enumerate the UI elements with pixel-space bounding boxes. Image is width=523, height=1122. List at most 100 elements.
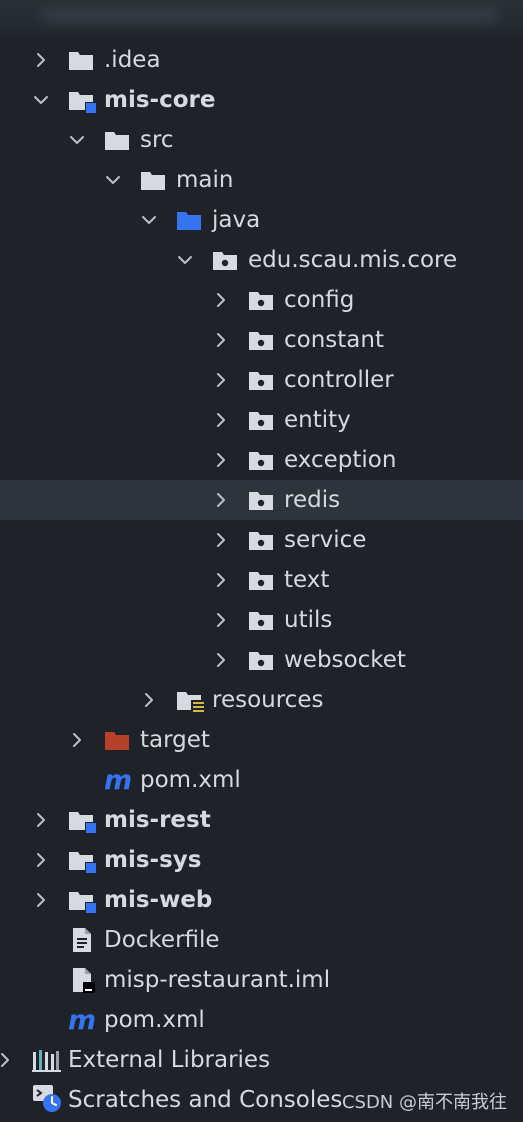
tree-row-src[interactable]: src <box>0 120 523 160</box>
tree-row-label: mis-sys <box>104 847 202 873</box>
tree-row-label: misp-restaurant.iml <box>104 967 331 993</box>
tree-row-label: redis <box>284 487 341 513</box>
package-icon <box>248 369 278 393</box>
tree-row-constant[interactable]: constant <box>0 320 523 360</box>
svg-text:m: m <box>68 1005 96 1033</box>
tree-row-label: config <box>284 287 355 313</box>
chevron-down-icon[interactable] <box>140 211 158 229</box>
tree-row-websocket[interactable]: websocket <box>0 640 523 680</box>
tree-row-label: mis-rest <box>104 807 211 833</box>
watermark: CSDN @南不南我往 <box>341 1092 507 1113</box>
tree-row-label: mis-web <box>104 887 213 913</box>
package-icon <box>248 609 278 633</box>
package-icon <box>248 449 278 473</box>
tree-row-entity[interactable]: entity <box>0 400 523 440</box>
package-icon <box>248 409 278 433</box>
chevron-right-icon[interactable] <box>212 371 230 389</box>
chevron-right-icon[interactable] <box>212 651 230 669</box>
tree-row-label: service <box>284 527 367 553</box>
tree-row-label: entity <box>284 407 351 433</box>
chevron-right-icon[interactable] <box>32 851 50 869</box>
scratches-icon <box>32 1085 62 1113</box>
tree-row-label: Scratches and Consoles <box>68 1087 343 1113</box>
tree-row-java[interactable]: java <box>0 200 523 240</box>
tree-row-label: target <box>140 727 210 753</box>
package-icon <box>212 249 242 273</box>
tree-row-controller[interactable]: controller <box>0 360 523 400</box>
source-folder-icon <box>176 209 206 233</box>
excluded-folder-icon <box>104 729 134 753</box>
chevron-right-icon[interactable] <box>212 451 230 469</box>
chevron-right-icon[interactable] <box>212 491 230 509</box>
tree-row-label: mis-core <box>104 87 216 113</box>
maven-icon: m <box>68 1005 98 1033</box>
tree-row-exception[interactable]: exception <box>0 440 523 480</box>
tree-row-redis[interactable]: redis <box>0 480 523 520</box>
tree-row-edu-scau-mis-core[interactable]: edu.scau.mis.core <box>0 240 523 280</box>
tree-row-mis-rest[interactable]: mis-rest <box>0 800 523 840</box>
tree-row-target[interactable]: target <box>0 720 523 760</box>
folder-icon <box>104 129 134 153</box>
tree-row-misp-restaurant-iml[interactable]: misp-restaurant.iml <box>0 960 523 1000</box>
chevron-right-icon[interactable] <box>212 331 230 349</box>
tree-row-label: External Libraries <box>68 1047 271 1073</box>
chevron-right-icon[interactable] <box>212 291 230 309</box>
tree-row-mis-sys[interactable]: mis-sys <box>0 840 523 880</box>
libraries-icon <box>32 1049 62 1073</box>
folder-icon <box>140 169 170 193</box>
package-icon <box>248 569 278 593</box>
tree-row-pom-xml-core[interactable]: m pom.xml <box>0 760 523 800</box>
tree-row-label: text <box>284 567 330 593</box>
tree-row-utils[interactable]: utils <box>0 600 523 640</box>
tree-row-dockerfile[interactable]: Dockerfile <box>0 920 523 960</box>
iml-file-icon <box>68 968 98 993</box>
package-icon <box>248 329 278 353</box>
tree-row-label: edu.scau.mis.core <box>248 247 458 273</box>
chevron-right-icon[interactable] <box>32 811 50 829</box>
tree-row-label: .idea <box>104 47 161 73</box>
chevron-down-icon[interactable] <box>104 171 122 189</box>
tree-row-label: Dockerfile <box>104 927 220 953</box>
package-icon <box>248 649 278 673</box>
tree-row-external-libraries[interactable]: External Libraries <box>0 1040 523 1080</box>
tree-row-config[interactable]: config <box>0 280 523 320</box>
package-icon <box>248 289 278 313</box>
chevron-right-icon[interactable] <box>212 411 230 429</box>
package-icon <box>248 489 278 513</box>
chevron-right-icon[interactable] <box>140 691 158 709</box>
module-folder-icon <box>68 889 98 913</box>
tree-row-label: java <box>212 207 261 233</box>
tree-row-label: resources <box>212 687 324 713</box>
tree-row-mis-web[interactable]: mis-web <box>0 880 523 920</box>
chevron-right-icon[interactable] <box>212 571 230 589</box>
svg-text:m: m <box>104 765 132 793</box>
chevron-down-icon[interactable] <box>32 91 50 109</box>
tree-row-mis-core[interactable]: mis-core <box>0 80 523 120</box>
folder-icon <box>68 49 98 73</box>
tree-row-label: websocket <box>284 647 406 673</box>
package-icon <box>248 529 278 553</box>
chevron-right-icon[interactable] <box>212 611 230 629</box>
tree-row-pom-xml-root[interactable]: m pom.xml <box>0 1000 523 1040</box>
maven-icon: m <box>104 765 134 793</box>
chevron-right-icon[interactable] <box>0 1051 14 1069</box>
chevron-right-icon[interactable] <box>32 891 50 909</box>
blurred-header <box>0 0 523 40</box>
tree-row-main[interactable]: main <box>0 160 523 200</box>
tree-row-label: constant <box>284 327 384 353</box>
tree-row-text[interactable]: text <box>0 560 523 600</box>
chevron-right-icon[interactable] <box>68 731 86 749</box>
tree-row-service[interactable]: service <box>0 520 523 560</box>
module-folder-icon <box>68 809 98 833</box>
tree-row-resources[interactable]: resources <box>0 680 523 720</box>
module-folder-icon <box>68 849 98 873</box>
tree-row-label: pom.xml <box>140 767 241 793</box>
chevron-right-icon[interactable] <box>32 51 50 69</box>
chevron-right-icon[interactable] <box>212 531 230 549</box>
chevron-down-icon[interactable] <box>176 251 194 269</box>
tree-row-label: utils <box>284 607 333 633</box>
chevron-down-icon[interactable] <box>68 131 86 149</box>
tree-row-idea[interactable]: .idea <box>0 40 523 80</box>
text-file-icon <box>68 928 98 953</box>
tree-row-label: exception <box>284 447 397 473</box>
